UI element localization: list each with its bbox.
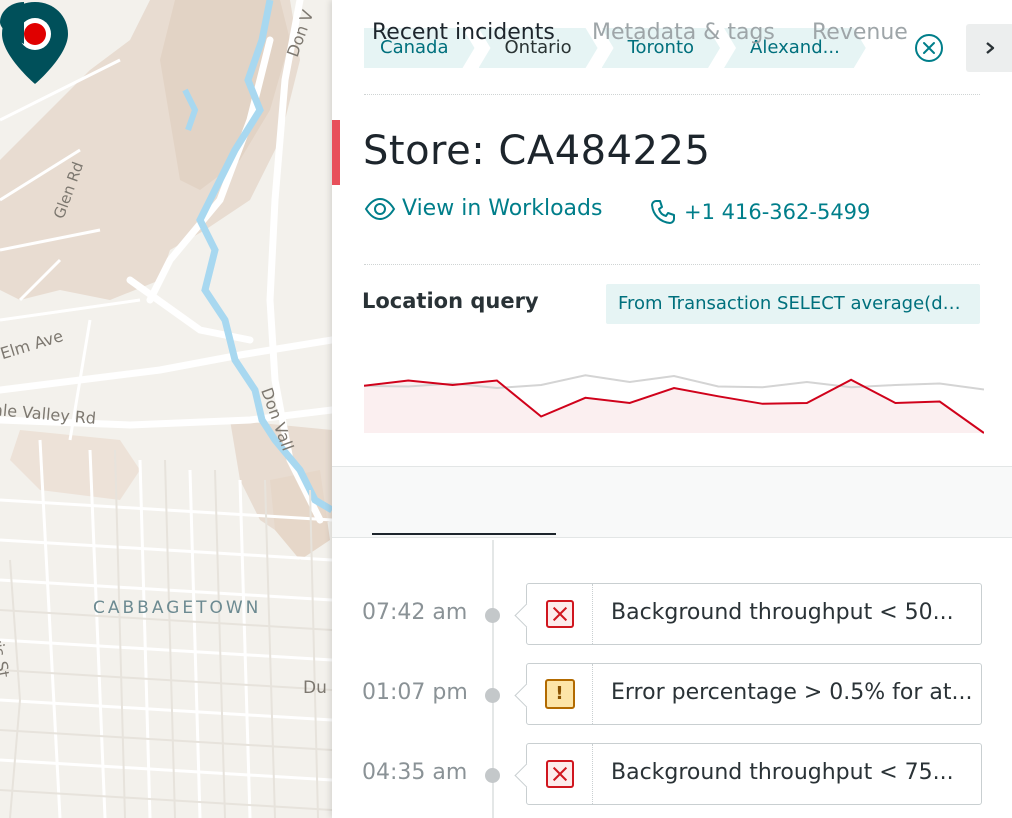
phone-link[interactable]: +1 416-362-5499 [650,199,870,225]
active-tab-indicator [372,533,556,535]
phone-number: +1 416-362-5499 [684,200,871,224]
critical-x-icon [545,600,574,628]
incident-item: 07:42 am Background throughput < 50... [332,583,1012,645]
close-circle-icon[interactable] [914,33,944,63]
tab-bar [332,466,1012,538]
chevron-right-icon [986,42,995,54]
view-in-workloads-link[interactable]: View in Workloads [364,196,602,221]
location-query-chart [364,374,984,434]
incident-text: Error percentage > 0.5% for at... [611,680,973,705]
incident-card[interactable]: ! Error percentage > 0.5% for at... [526,663,982,725]
incident-text: Background throughput < 75... [611,760,954,785]
divider-middle [364,264,980,265]
incident-icon-box [527,744,593,804]
incident-item: 04:35 am Background throughput < 75... [332,743,1012,805]
tab-recent-incidents[interactable]: Recent incidents [372,20,555,45]
map-label-du: Du [303,678,327,698]
map-label-cabbagetown: CABBAGETOWN [93,598,262,618]
critical-x-icon [545,760,574,788]
incident-card[interactable]: Background throughput < 50... [526,583,982,645]
incident-text: Background throughput < 50... [611,600,954,625]
tab-revenue[interactable]: Revenue [812,20,908,45]
view-in-workloads-label: View in Workloads [402,196,603,221]
page-title: Store: CA484225 [363,128,711,174]
incident-card[interactable]: Background throughput < 75... [526,743,982,805]
eye-icon [364,197,396,220]
expand-panel-button[interactable] [966,24,1012,72]
timeline-dot [485,688,500,703]
timeline-dot [485,608,500,623]
map[interactable]: Glen Rd Elm Ave ale Valley Rd Don V Don … [0,0,332,818]
tab-metadata-tags[interactable]: Metadata & tags [592,20,775,45]
store-detail-panel: Canada Ontario Toronto Alexand... Store:… [332,0,1012,818]
incident-time: 07:42 am [362,600,468,625]
incident-time: 04:35 am [362,760,468,785]
timeline-dot [485,768,500,783]
location-query-chip[interactable]: From Transaction SELECT average(duration… [606,284,980,324]
status-accent-bar [332,120,340,185]
incident-item: 01:07 pm ! Error percentage > 0.5% for a… [332,663,1012,725]
warning-exclamation-icon: ! [544,679,575,709]
location-query-label: Location query [362,289,539,313]
phone-icon [651,200,675,224]
incident-icon-box [527,584,593,644]
incident-icon-box: ! [527,664,593,724]
divider-top [364,94,980,95]
secondary-map-pin-icon[interactable] [0,0,24,44]
incident-time: 01:07 pm [362,680,468,705]
